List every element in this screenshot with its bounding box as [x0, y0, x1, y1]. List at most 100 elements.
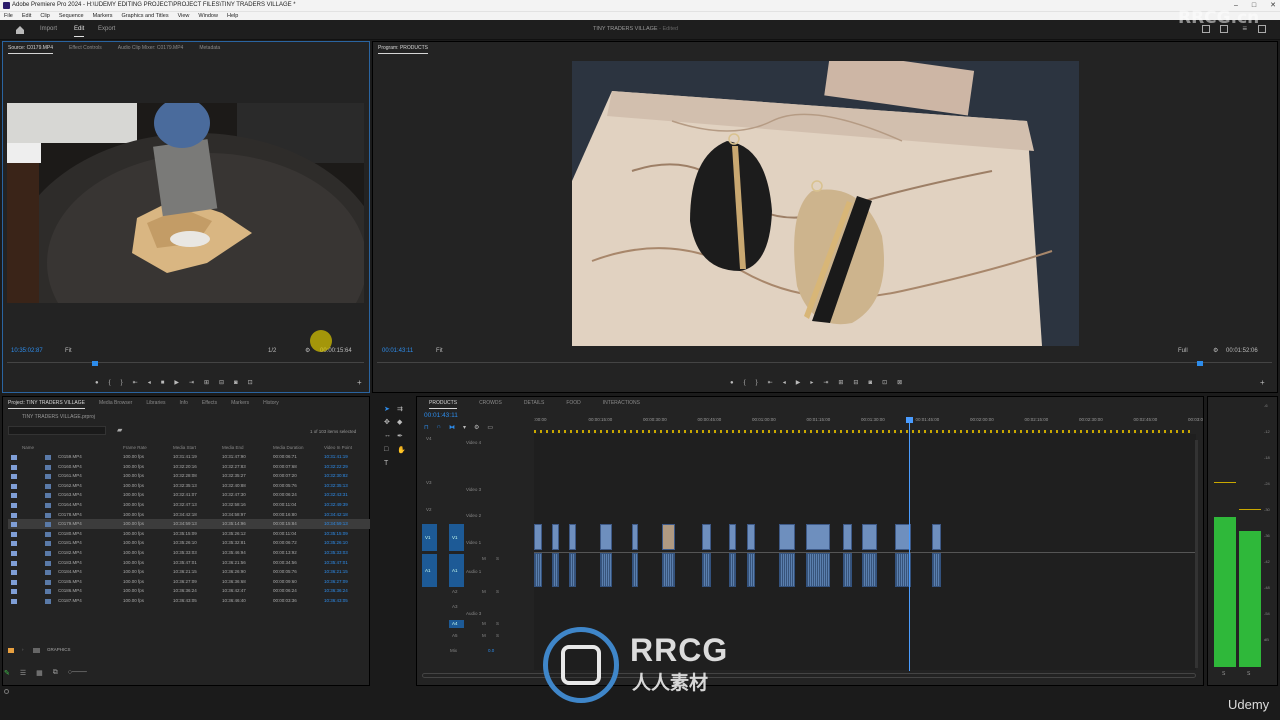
- label-color-swatch[interactable]: [11, 551, 17, 556]
- source-scrubber[interactable]: [7, 361, 364, 370]
- play-icon[interactable]: ▶: [174, 379, 179, 386]
- razor-tool-icon[interactable]: ◆: [397, 418, 402, 426]
- audio-clip[interactable]: [632, 553, 638, 587]
- menu-help[interactable]: Help: [227, 12, 238, 20]
- video-clip[interactable]: [729, 524, 736, 550]
- tab-media-browser[interactable]: Media Browser: [99, 397, 132, 409]
- audio-clip[interactable]: [747, 553, 755, 587]
- program-go-to-in-icon[interactable]: ⇤: [768, 379, 773, 386]
- project-search-input[interactable]: [8, 426, 106, 435]
- program-go-to-out-icon[interactable]: ⇥: [823, 379, 828, 386]
- video-clip[interactable]: [932, 524, 941, 550]
- audio-clip[interactable]: [569, 553, 576, 587]
- audio-clip[interactable]: [843, 553, 852, 587]
- program-add-button-icon[interactable]: +: [1260, 378, 1265, 387]
- audio-clip[interactable]: [600, 553, 612, 587]
- timeline-vertical-scrollbar[interactable]: [1195, 440, 1198, 668]
- label-color-swatch[interactable]: [11, 483, 17, 489]
- table-row[interactable]: C0178.MP4 100.00 fps 10:34:42:18 10:34:58:9…: [8, 510, 370, 520]
- menu-markers[interactable]: Markers: [93, 12, 113, 20]
- selection-tool-icon[interactable]: ➤: [384, 405, 390, 413]
- captions-icon[interactable]: ▭: [487, 424, 493, 431]
- label-color-swatch[interactable]: [11, 512, 17, 518]
- table-row[interactable]: C0181.MP4 100.00 fps 10:35:26:10 10:35:32:8…: [8, 538, 370, 548]
- program-zoom-select[interactable]: Fit: [436, 348, 443, 354]
- mark-in-icon[interactable]: {: [109, 380, 111, 386]
- freeform-view-icon[interactable]: ⧉: [53, 669, 58, 681]
- tab-sequence-interactions[interactable]: INTERACTIONS: [603, 397, 640, 409]
- program-play-icon[interactable]: ▶: [796, 379, 801, 386]
- timeline-playhead-handle[interactable]: [906, 417, 913, 423]
- program-step-back-icon[interactable]: ◂: [783, 379, 786, 386]
- step-back-icon[interactable]: ◂: [148, 379, 151, 386]
- label-color-swatch[interactable]: [11, 589, 17, 595]
- tab-effect-controls[interactable]: Effect Controls: [69, 42, 102, 54]
- lift-icon[interactable]: ⊞: [838, 379, 843, 386]
- button-editor-icon[interactable]: ⊡: [248, 379, 253, 386]
- tab-sequence-food[interactable]: FOOD: [566, 397, 580, 409]
- label-color-swatch[interactable]: [11, 599, 17, 604]
- meter-solo-left[interactable]: S: [1222, 671, 1225, 677]
- table-row[interactable]: C0161.MP4 100.00 fps 10:32:28:08 10:32:35:2…: [8, 471, 370, 481]
- new-bin-folder-icon[interactable]: ▰: [117, 426, 122, 434]
- label-color-swatch[interactable]: [11, 455, 17, 460]
- label-color-swatch[interactable]: [11, 493, 17, 499]
- label-color-swatch[interactable]: [11, 531, 17, 537]
- audio-clip[interactable]: [702, 553, 711, 587]
- list-view-icon[interactable]: ☰: [20, 669, 26, 681]
- mark-out-icon[interactable]: }: [121, 380, 123, 386]
- label-color-swatch[interactable]: [11, 579, 17, 585]
- tab-libraries[interactable]: Libraries: [146, 397, 165, 409]
- timeline-settings-icon[interactable]: ⚙: [474, 424, 479, 431]
- folder-row[interactable]: › GRAPHICS: [8, 645, 370, 655]
- menu-clip[interactable]: Clip: [40, 12, 49, 20]
- close-icon[interactable]: ✕: [1270, 0, 1276, 11]
- a2-solo[interactable]: S: [496, 589, 614, 594]
- rectangle-tool-icon[interactable]: □: [384, 446, 388, 453]
- settings-wrench-icon[interactable]: ⚙: [305, 347, 310, 354]
- table-row[interactable]: C0164.MP4 100.00 fps 10:32:47:13 10:32:58:1…: [8, 500, 370, 510]
- program-settings-wrench-icon[interactable]: ⚙: [1213, 347, 1218, 354]
- timeline-timecode[interactable]: 00:01:43:11: [424, 412, 458, 419]
- video-clip[interactable]: [843, 524, 852, 550]
- program-timecode[interactable]: 00:01:43:11: [382, 348, 413, 354]
- go-to-in-icon[interactable]: ⇤: [133, 379, 138, 386]
- program-resolution-select[interactable]: Full: [1178, 348, 1188, 354]
- export-frame-icon[interactable]: ◙: [234, 380, 238, 386]
- add-button-icon[interactable]: +: [357, 378, 362, 387]
- move-tool-icon[interactable]: ✥: [384, 418, 390, 426]
- audio-clip[interactable]: [729, 553, 736, 587]
- video-clip[interactable]: [702, 524, 711, 550]
- program-button-editor-icon[interactable]: ⊠: [897, 379, 902, 386]
- table-row[interactable]: C0187.MP4 100.00 fps 10:36:43:05 10:36:46:4…: [8, 596, 370, 606]
- label-color-swatch[interactable]: [11, 474, 17, 480]
- audio-clip[interactable]: [552, 553, 559, 587]
- icon-view-icon[interactable]: ▦: [36, 669, 43, 681]
- nest-icon[interactable]: ⊓: [424, 424, 429, 431]
- tab-import[interactable]: Import: [40, 26, 57, 32]
- label-color-swatch[interactable]: [11, 560, 17, 566]
- label-color-swatch[interactable]: [11, 570, 17, 576]
- timeline-zoom-scrollbar[interactable]: [422, 673, 1196, 678]
- program-add-marker-icon[interactable]: ●: [730, 380, 734, 386]
- overwrite-icon[interactable]: ⊟: [219, 379, 224, 386]
- tab-markers[interactable]: Markers: [231, 397, 249, 409]
- source-resolution-select[interactable]: 1/2: [268, 348, 276, 354]
- table-row[interactable]: C0163.MP4 100.00 fps 10:32:41:07 10:32:47:3…: [8, 490, 370, 500]
- video-clip[interactable]: [747, 524, 755, 550]
- table-row[interactable]: C0160.MP4 100.00 fps 10:32:20:16 10:32:27:8…: [8, 462, 370, 472]
- tab-sequence-crowds[interactable]: CROWDS: [479, 397, 502, 409]
- source-playhead[interactable]: [92, 361, 98, 366]
- video-clip[interactable]: [534, 524, 542, 550]
- label-color-swatch[interactable]: [11, 522, 17, 528]
- linked-selection-icon[interactable]: ⧓: [449, 424, 455, 431]
- menu-edit[interactable]: Edit: [22, 12, 31, 20]
- insert-icon[interactable]: ⊞: [204, 379, 209, 386]
- video-clip[interactable]: [632, 524, 638, 550]
- video-clip[interactable]: [600, 524, 612, 550]
- extract-icon[interactable]: ⊟: [853, 379, 858, 386]
- tab-sequence-products[interactable]: PRODUCTS: [429, 397, 458, 409]
- tab-info[interactable]: Info: [180, 397, 188, 409]
- table-row[interactable]: C0186.MP4 100.00 fps 10:36:36:24 10:36:42:4…: [8, 586, 370, 596]
- table-row[interactable]: C0182.MP4 100.00 fps 10:35:33:03 10:35:46:9…: [8, 548, 370, 558]
